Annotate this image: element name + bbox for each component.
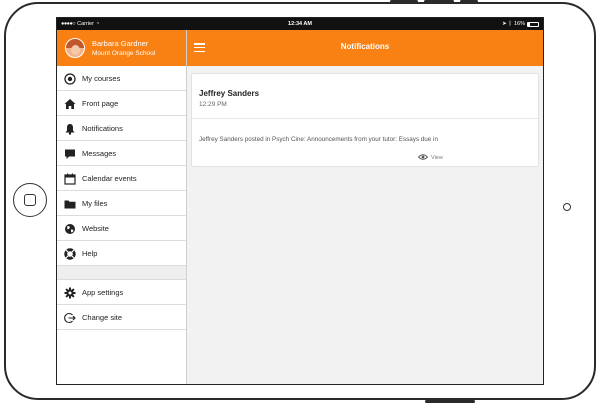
gear-icon (63, 286, 76, 299)
sidebar-item-calendar-events[interactable]: Calendar events (57, 166, 186, 191)
eye-icon (417, 154, 429, 162)
sidebar-item-label: Messages (82, 149, 117, 158)
power-button (425, 400, 475, 403)
sidebar-item-label: My files (82, 199, 108, 208)
home-button[interactable] (13, 183, 47, 217)
bluetooth-icon: ᛒ (508, 21, 512, 27)
battery-level (528, 22, 530, 26)
sidebar-item-my-files[interactable]: My files (57, 191, 186, 216)
view-label: View (431, 155, 443, 161)
mute-switch (460, 0, 478, 3)
battery-icon (527, 21, 539, 27)
status-bar: ●●●●○ Carrier ◔ 12:34 AM ➤ ᛒ 16% (57, 18, 543, 30)
battery-percent: 16% (513, 21, 525, 27)
bell-icon (63, 122, 76, 135)
sidebar-item-label: Website (82, 224, 109, 233)
location-icon: ➤ (502, 21, 507, 27)
sidebar-item-label: Notifications (82, 124, 123, 133)
sidebar-item-label: Change site (82, 313, 123, 322)
sidebar-item-label: Calendar events (82, 174, 137, 183)
sidebar-item-my-courses[interactable]: My courses (57, 66, 186, 91)
notification-header: Jeffrey Sanders 12:29 PM (192, 74, 538, 119)
notification-card[interactable]: Jeffrey Sanders 12:29 PM Jeffrey Sanders… (191, 73, 539, 167)
sidebar-item-notifications[interactable]: Notifications (57, 116, 186, 141)
chat-icon (63, 147, 76, 160)
volume-button-2 (424, 0, 454, 3)
notification-sender: Jeffrey Sanders (199, 89, 260, 98)
course-icon (63, 72, 76, 85)
sidebar-item-label: Front page (82, 99, 119, 108)
user-profile[interactable]: Barbara Gardner Mount Orange School (57, 30, 186, 66)
sidebar: Barbara Gardner Mount Orange School My c… (57, 30, 187, 384)
lifebuoy-icon (63, 247, 76, 260)
calendar-icon (63, 172, 76, 185)
home-icon (63, 97, 76, 110)
sidebar-item-website[interactable]: Website (57, 216, 186, 241)
view-button[interactable]: View (417, 154, 443, 162)
avatar (65, 38, 85, 58)
camera-icon (563, 203, 571, 211)
page-title: Notifications (340, 42, 390, 51)
folder-icon (63, 197, 76, 210)
sidebar-item-label: Help (82, 249, 98, 258)
home-button-icon (24, 194, 36, 206)
notification-text: Jeffrey Sanders posted in Psych Cine: An… (199, 136, 438, 143)
user-name: Barbara Gardner (92, 39, 149, 48)
sidebar-item-label: My courses (82, 74, 121, 83)
sidebar-item-messages[interactable]: Messages (57, 141, 186, 166)
notifications-list: Jeffrey Sanders 12:29 PM Jeffrey Sanders… (187, 66, 543, 384)
sidebar-item-app-settings[interactable]: App settings (57, 280, 186, 305)
sidebar-item-label: App settings (82, 288, 124, 297)
sidebar-item-change-site[interactable]: Change site (57, 305, 186, 330)
sidebar-item-help[interactable]: Help (57, 241, 186, 266)
user-school: Mount Orange School (92, 50, 156, 57)
sidebar-item-front-page[interactable]: Front page (57, 91, 186, 116)
status-time: 12:34 AM (288, 21, 312, 27)
sidebar-divider (57, 266, 186, 280)
logout-icon (63, 311, 76, 324)
notification-time: 12:29 PM (199, 101, 227, 108)
volume-button (390, 0, 418, 3)
top-bar: Notifications (187, 30, 543, 66)
app-screen: ●●●●○ Carrier ◔ 12:34 AM ➤ ᛒ 16% Barbara… (56, 17, 544, 385)
globe-icon (63, 222, 76, 235)
